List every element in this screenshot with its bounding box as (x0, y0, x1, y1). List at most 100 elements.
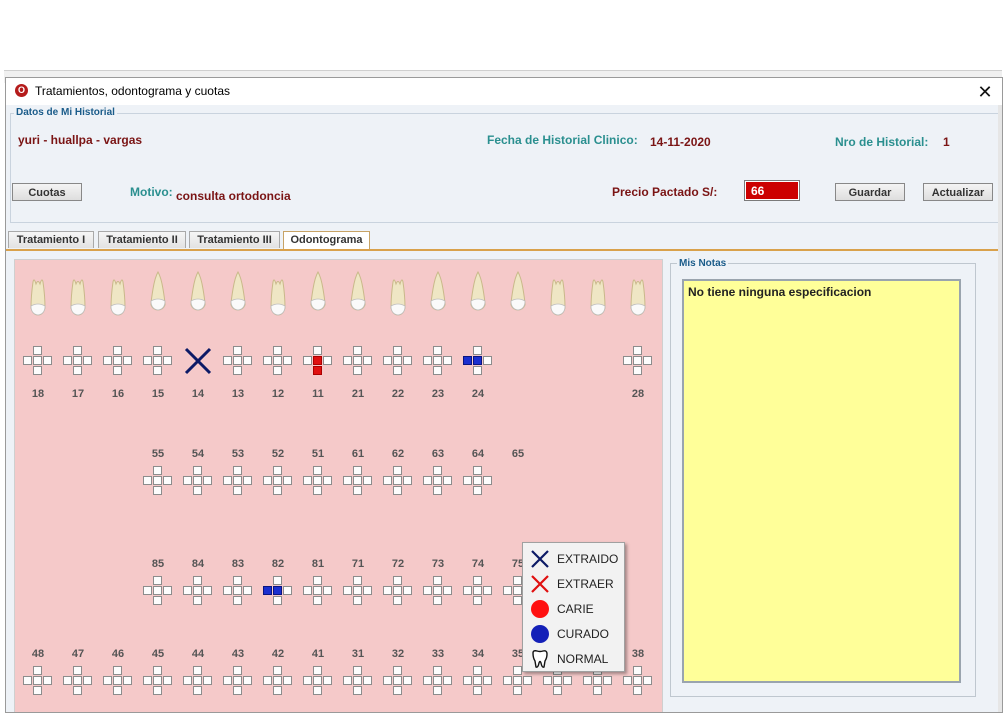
tooth-surface[interactable] (153, 476, 162, 485)
tooth-surface[interactable] (313, 356, 322, 365)
tooth-surface[interactable] (233, 666, 242, 675)
tooth-surface[interactable] (463, 676, 472, 685)
tooth-surface[interactable] (633, 686, 642, 695)
tooth-surface[interactable] (623, 676, 632, 685)
tooth-surface[interactable] (433, 486, 442, 495)
tooth-surface[interactable] (43, 356, 52, 365)
tooth-surface[interactable] (383, 476, 392, 485)
tooth-surface[interactable] (353, 476, 362, 485)
tooth-surface[interactable] (33, 676, 42, 685)
tooth-surface[interactable] (203, 586, 212, 595)
tooth-surface[interactable] (233, 476, 242, 485)
tooth-surface[interactable] (633, 666, 642, 675)
tooth-surface[interactable] (313, 676, 322, 685)
tooth-surface[interactable] (393, 486, 402, 495)
tooth-grid-11[interactable] (303, 346, 333, 376)
tooth-surface[interactable] (513, 586, 522, 595)
tooth-surface[interactable] (153, 366, 162, 375)
tooth-surface[interactable] (273, 676, 282, 685)
tooth-surface[interactable] (33, 366, 42, 375)
tooth-surface[interactable] (163, 476, 172, 485)
tooth-grid-82[interactable] (263, 576, 293, 606)
tooth-surface[interactable] (153, 356, 162, 365)
tooth-surface[interactable] (483, 356, 492, 365)
tooth-surface[interactable] (233, 596, 242, 605)
tooth-grid-38[interactable] (623, 666, 653, 696)
tooth-grid-31[interactable] (343, 666, 373, 696)
tooth-surface[interactable] (313, 586, 322, 595)
tooth-surface[interactable] (473, 676, 482, 685)
tooth-surface[interactable] (193, 486, 202, 495)
tooth-surface[interactable] (433, 366, 442, 375)
tooth-surface[interactable] (303, 476, 312, 485)
tooth-surface[interactable] (403, 356, 412, 365)
tooth-surface[interactable] (63, 676, 72, 685)
tooth-surface[interactable] (353, 586, 362, 595)
tooth-surface[interactable] (423, 356, 432, 365)
tooth-surface[interactable] (183, 676, 192, 685)
menu-item-extraido[interactable]: EXTRAIDO (523, 546, 624, 570)
tooth-surface[interactable] (273, 586, 282, 595)
tooth-surface[interactable] (153, 596, 162, 605)
tooth-surface[interactable] (513, 666, 522, 675)
tooth-grid-73[interactable] (423, 576, 453, 606)
tooth-surface[interactable] (433, 586, 442, 595)
tooth-surface[interactable] (583, 676, 592, 685)
tooth-grid-34[interactable] (463, 666, 493, 696)
tooth-surface[interactable] (283, 586, 292, 595)
tooth-surface[interactable] (343, 676, 352, 685)
tooth-surface[interactable] (353, 346, 362, 355)
tooth-surface[interactable] (423, 476, 432, 485)
tooth-surface[interactable] (623, 356, 632, 365)
tooth-surface[interactable] (503, 586, 512, 595)
tooth-surface[interactable] (23, 676, 32, 685)
tooth-grid-23[interactable] (423, 346, 453, 376)
tooth-surface[interactable] (193, 476, 202, 485)
tooth-surface[interactable] (193, 576, 202, 585)
tooth-surface[interactable] (273, 596, 282, 605)
tooth-surface[interactable] (233, 466, 242, 475)
tooth-surface[interactable] (433, 666, 442, 675)
tooth-surface[interactable] (393, 466, 402, 475)
tooth-surface[interactable] (163, 356, 172, 365)
tooth-surface[interactable] (143, 586, 152, 595)
tooth-surface[interactable] (363, 356, 372, 365)
menu-item-carie[interactable]: CARIE (523, 596, 624, 620)
tooth-surface[interactable] (113, 666, 122, 675)
tooth-surface[interactable] (593, 676, 602, 685)
tooth-grid-18[interactable] (23, 346, 53, 376)
tooth-surface[interactable] (423, 676, 432, 685)
tooth-surface[interactable] (543, 676, 552, 685)
tooth-grid-21[interactable] (343, 346, 373, 376)
tooth-surface[interactable] (473, 486, 482, 495)
tooth-surface[interactable] (313, 686, 322, 695)
tooth-surface[interactable] (283, 476, 292, 485)
actualizar-button[interactable]: Actualizar (923, 183, 993, 201)
tooth-surface[interactable] (203, 476, 212, 485)
tooth-surface[interactable] (633, 346, 642, 355)
tooth-surface[interactable] (233, 346, 242, 355)
tooth-grid-15[interactable] (143, 346, 173, 376)
tooth-surface[interactable] (393, 686, 402, 695)
tooth-surface[interactable] (193, 676, 202, 685)
tooth-surface[interactable] (403, 476, 412, 485)
tooth-surface[interactable] (473, 596, 482, 605)
tooth-surface[interactable] (513, 686, 522, 695)
tooth-surface[interactable] (353, 356, 362, 365)
tooth-surface[interactable] (33, 346, 42, 355)
tooth-surface[interactable] (433, 476, 442, 485)
notes-textarea[interactable]: No tiene ninguna especificacion (682, 279, 961, 683)
tooth-grid-62[interactable] (383, 466, 413, 496)
tooth-surface[interactable] (343, 476, 352, 485)
tooth-surface[interactable] (403, 676, 412, 685)
tooth-grid-28[interactable] (623, 346, 653, 376)
tooth-surface[interactable] (193, 596, 202, 605)
tooth-grid-54[interactable] (183, 466, 213, 496)
tooth-surface[interactable] (563, 676, 572, 685)
tooth-grid-13[interactable] (223, 346, 253, 376)
tooth-surface[interactable] (23, 356, 32, 365)
tooth-surface[interactable] (443, 676, 452, 685)
tooth-grid-74[interactable] (463, 576, 493, 606)
tooth-surface[interactable] (73, 346, 82, 355)
tooth-surface[interactable] (233, 356, 242, 365)
